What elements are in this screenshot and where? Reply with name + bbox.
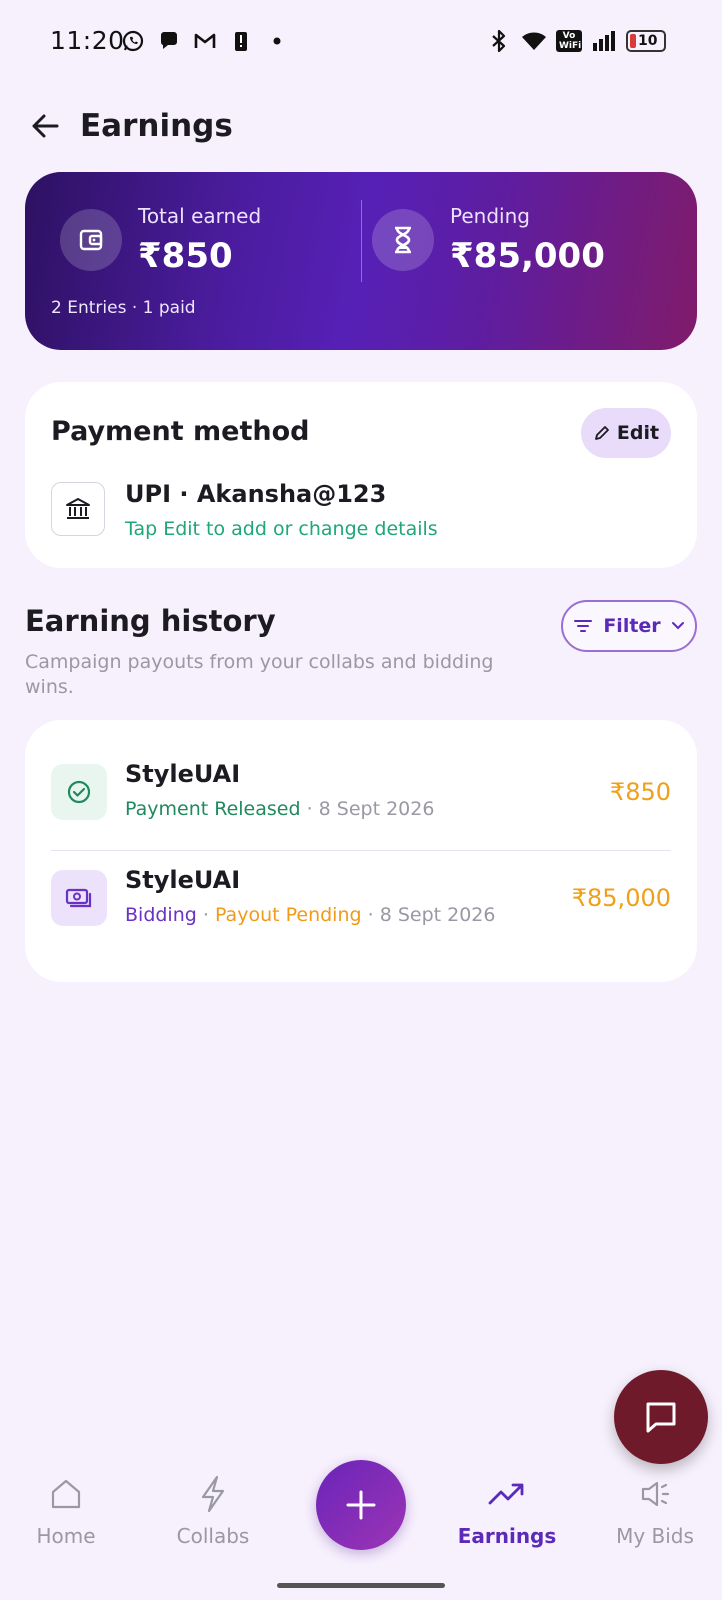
chevron-down-icon [671,622,684,630]
trending-up-icon [447,1474,567,1514]
notification-icons [120,28,290,54]
system-icons: Vo WiFi 10 [486,28,666,54]
earning-history-list: StyleUAI Payment Released · 8 Sept 2026 … [25,720,697,982]
history-date: 8 Sept 2026 [318,798,435,820]
chat-bubble-icon [156,28,182,54]
bluetooth-icon [486,28,512,54]
type-bidding: Bidding [125,904,197,926]
list-divider [51,850,671,851]
total-earned-block: Total earned ₹850 [60,204,261,276]
earnings-summary-card: Total earned ₹850 Pending ₹85,000 2 Entr… [25,172,697,350]
add-button[interactable] [316,1460,406,1550]
pending-label: Pending [450,204,530,228]
page-title: Earnings [80,108,233,144]
alert-icon [228,28,254,54]
gmail-icon [192,28,218,54]
arrow-left-icon [32,114,59,138]
payment-hint: Tap Edit to add or change details [125,518,438,540]
pending-value: ₹85,000 [450,236,605,276]
history-date: 8 Sept 2026 [379,904,496,926]
filter-label: Filter [603,615,661,637]
nav-my-bids-label: My Bids [616,1524,694,1548]
pending-block: Pending ₹85,000 [372,204,605,276]
cash-icon [51,870,107,926]
dot-icon [264,28,290,54]
entries-count: 2 Entries · 1 paid [51,298,196,318]
earning-history-subtitle: Campaign payouts from your collabs and b… [25,651,494,698]
payment-method-card: Payment method Edit UPI · Akansha@123 Ta… [25,382,697,568]
upi-id: UPI · Akansha@123 [125,480,387,508]
history-campaign-name: StyleUAI [125,760,241,788]
home-indicator [277,1583,445,1588]
wallet-icon [60,209,122,271]
status-released: Payment Released [125,798,301,820]
signal-icon [591,28,617,54]
total-earned-value: ₹850 [138,236,233,276]
back-button[interactable] [28,109,62,143]
filter-icon [574,620,593,632]
whatsapp-icon [120,28,146,54]
nav-collabs[interactable]: Collabs [153,1474,273,1548]
battery-level: 10 [638,33,658,49]
list-item[interactable]: StyleUAI Payment Released · 8 Sept 2026 … [51,760,671,856]
nav-my-bids[interactable]: My Bids [595,1474,715,1548]
hourglass-icon [372,209,434,271]
nav-collabs-label: Collabs [176,1524,250,1548]
filter-button[interactable]: Filter [561,600,697,652]
total-earned-label: Total earned [138,204,262,228]
summary-divider [361,200,362,282]
nav-home-label: Home [36,1524,96,1548]
bank-icon [51,482,105,536]
check-circle-icon [51,764,107,820]
megaphone-icon [595,1474,715,1514]
home-icon [6,1474,126,1514]
edit-button-label: Edit [616,422,660,444]
status-pending: Payout Pending [214,904,362,926]
nav-earnings[interactable]: Earnings [447,1474,567,1548]
nav-home[interactable]: Home [6,1474,126,1548]
bottom-navigation: Home Collabs Earnings My Bids [0,1442,722,1600]
plus-icon [346,1490,376,1520]
pencil-icon [595,426,609,440]
bolt-icon [153,1474,273,1514]
nav-earnings-label: Earnings [457,1524,557,1548]
history-campaign-name: StyleUAI [125,866,241,894]
history-amount: ₹85,000 [571,884,671,912]
wifi-icon [521,28,547,54]
history-meta: Bidding · Payout Pending · 8 Sept 2026 [125,904,496,926]
list-item[interactable]: StyleUAI Bidding · Payout Pending · 8 Se… [51,866,671,962]
payment-method-title: Payment method [51,416,310,447]
chat-icon [646,1402,676,1433]
edit-payment-button[interactable]: Edit [581,408,671,458]
battery-icon: 10 [626,30,666,52]
page-header: Earnings [28,108,233,144]
earning-history-title: Earning history [25,604,276,638]
history-meta: Payment Released · 8 Sept 2026 [125,798,435,820]
history-amount: ₹850 [609,778,671,806]
vowifi-icon: Vo WiFi [556,28,582,54]
status-time: 11:20 [50,26,125,55]
status-bar: 11:20 Vo WiFi 10 [0,0,722,84]
